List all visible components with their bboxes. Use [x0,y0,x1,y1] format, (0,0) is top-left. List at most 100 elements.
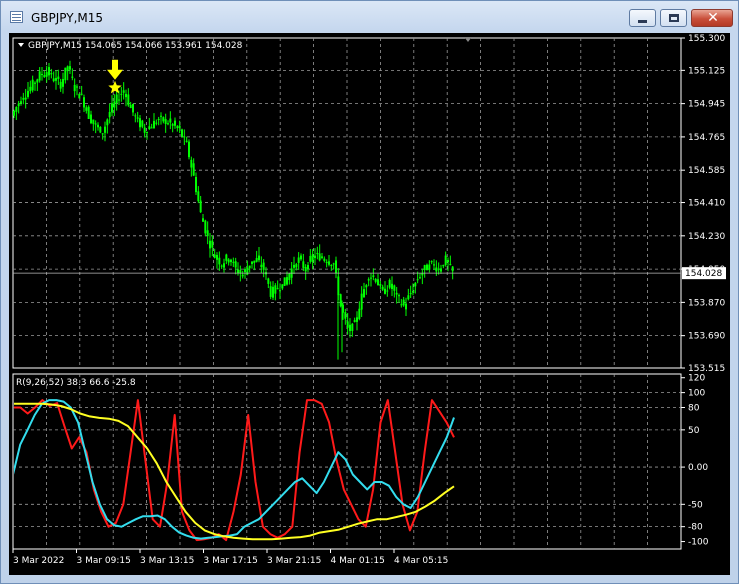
candle-body [55,78,57,81]
indicator-axis-label: -80 [688,523,703,533]
candle-body [139,118,141,128]
candle-body [204,220,207,234]
candle-body [258,255,260,261]
candle-body [118,99,120,101]
price-axis-label: 154.410 [688,199,725,209]
candle-body [274,285,277,294]
candle-body [262,262,265,270]
close-button[interactable]: ✕ [691,9,733,27]
chart-canvas[interactable]: 155.300 155.125 154.945 154.765 154.585 154.4… [9,33,730,575]
candle-body [281,284,284,289]
candle-body [83,97,85,108]
candle-body [358,308,361,320]
candle-body [31,79,34,91]
time-axis-label: 3 Mar 09:15 [77,556,131,566]
price-axis-label: 154.945 [688,100,725,110]
candle-body [447,260,449,263]
candle-body [325,261,328,263]
candle-body [414,282,417,287]
candle-body [449,264,452,266]
time-axis-label: 4 Mar 05:15 [394,556,448,566]
candle-body [43,75,46,78]
candle-body [269,286,272,297]
candle-body [232,261,235,263]
chart-area[interactable]: 155.300 155.125 154.945 154.765 154.585 154.4… [9,33,730,575]
candle-body [76,86,78,88]
candle-body [377,279,379,286]
candle-body [241,274,244,277]
candle-body [230,259,232,263]
candle-body [162,117,165,122]
candle-body [409,293,412,295]
candle-body [344,312,347,319]
candle-body [34,82,36,84]
candle-body [211,240,214,248]
candle-body [442,264,445,267]
indicator-axis-label: 0.00 [688,463,708,473]
signal-arrow-icon [107,59,123,80]
candle-body [302,261,305,268]
candle-body [419,277,421,279]
indicator-axis-label: 80 [688,404,700,414]
price-axis-label: 153.690 [688,332,725,342]
indicator-axis-label: 120 [688,374,705,384]
candle-body [332,263,335,265]
candle-body [111,103,113,113]
candle-body [234,261,237,268]
candle-body [388,279,391,288]
candle-body [267,278,270,284]
candle-body [150,127,153,129]
candle-body [328,261,330,265]
candle-body [62,79,64,87]
candle-body [78,94,81,99]
candle-body [15,106,18,112]
candle-body [304,267,307,272]
candle-body [286,277,288,285]
candle-body [36,79,39,83]
candle-body [248,265,251,269]
indicator-axis-label: 100 [688,389,705,399]
candle-body [115,94,118,103]
price-axis-label: 154.765 [688,133,725,143]
signal-star-icon [108,80,122,94]
candle-body [293,264,295,268]
candle-body [80,93,83,95]
minimize-icon [638,20,647,23]
candle-body [225,254,228,261]
candle-body [13,110,15,116]
candle-body [108,111,111,118]
candle-body [402,299,405,306]
candle-body [183,136,186,138]
candle-body [178,125,181,129]
title-bar[interactable]: GBPJPY,M15 ✕ [1,1,738,33]
candle-body [66,66,69,72]
candle-body [370,277,372,279]
time-axis-label: 3 Mar 21:15 [267,556,321,566]
price-axis-label: 155.300 [688,34,725,44]
candle-body [316,253,319,255]
window-title: GBPJPY,M15 [31,11,104,25]
candle-body [153,120,155,129]
candle-body [423,265,426,271]
candle-body [218,257,221,265]
symbol-dropdown-icon [18,43,24,47]
candle-body [386,290,389,292]
candle-body [400,304,403,306]
candle-body [276,288,279,290]
candle-body [136,117,139,119]
candle-body [87,106,90,120]
candle-body [106,119,109,126]
maximize-button[interactable] [660,9,687,27]
indicator-axis-label: -50 [688,500,703,510]
minimize-button[interactable] [629,9,656,27]
candle-body [237,269,239,274]
candle-body [146,132,148,134]
candle-body [59,81,62,89]
price-pane-title: GBPJPY,M15 154.065 154.066 153.961 154.0… [28,41,243,51]
candle-body [85,107,88,111]
candle-body [192,163,195,176]
candle-body [314,255,316,259]
candle-body [73,84,76,92]
bid-price-label: 154.028 [685,269,722,279]
candle-body [398,295,400,297]
